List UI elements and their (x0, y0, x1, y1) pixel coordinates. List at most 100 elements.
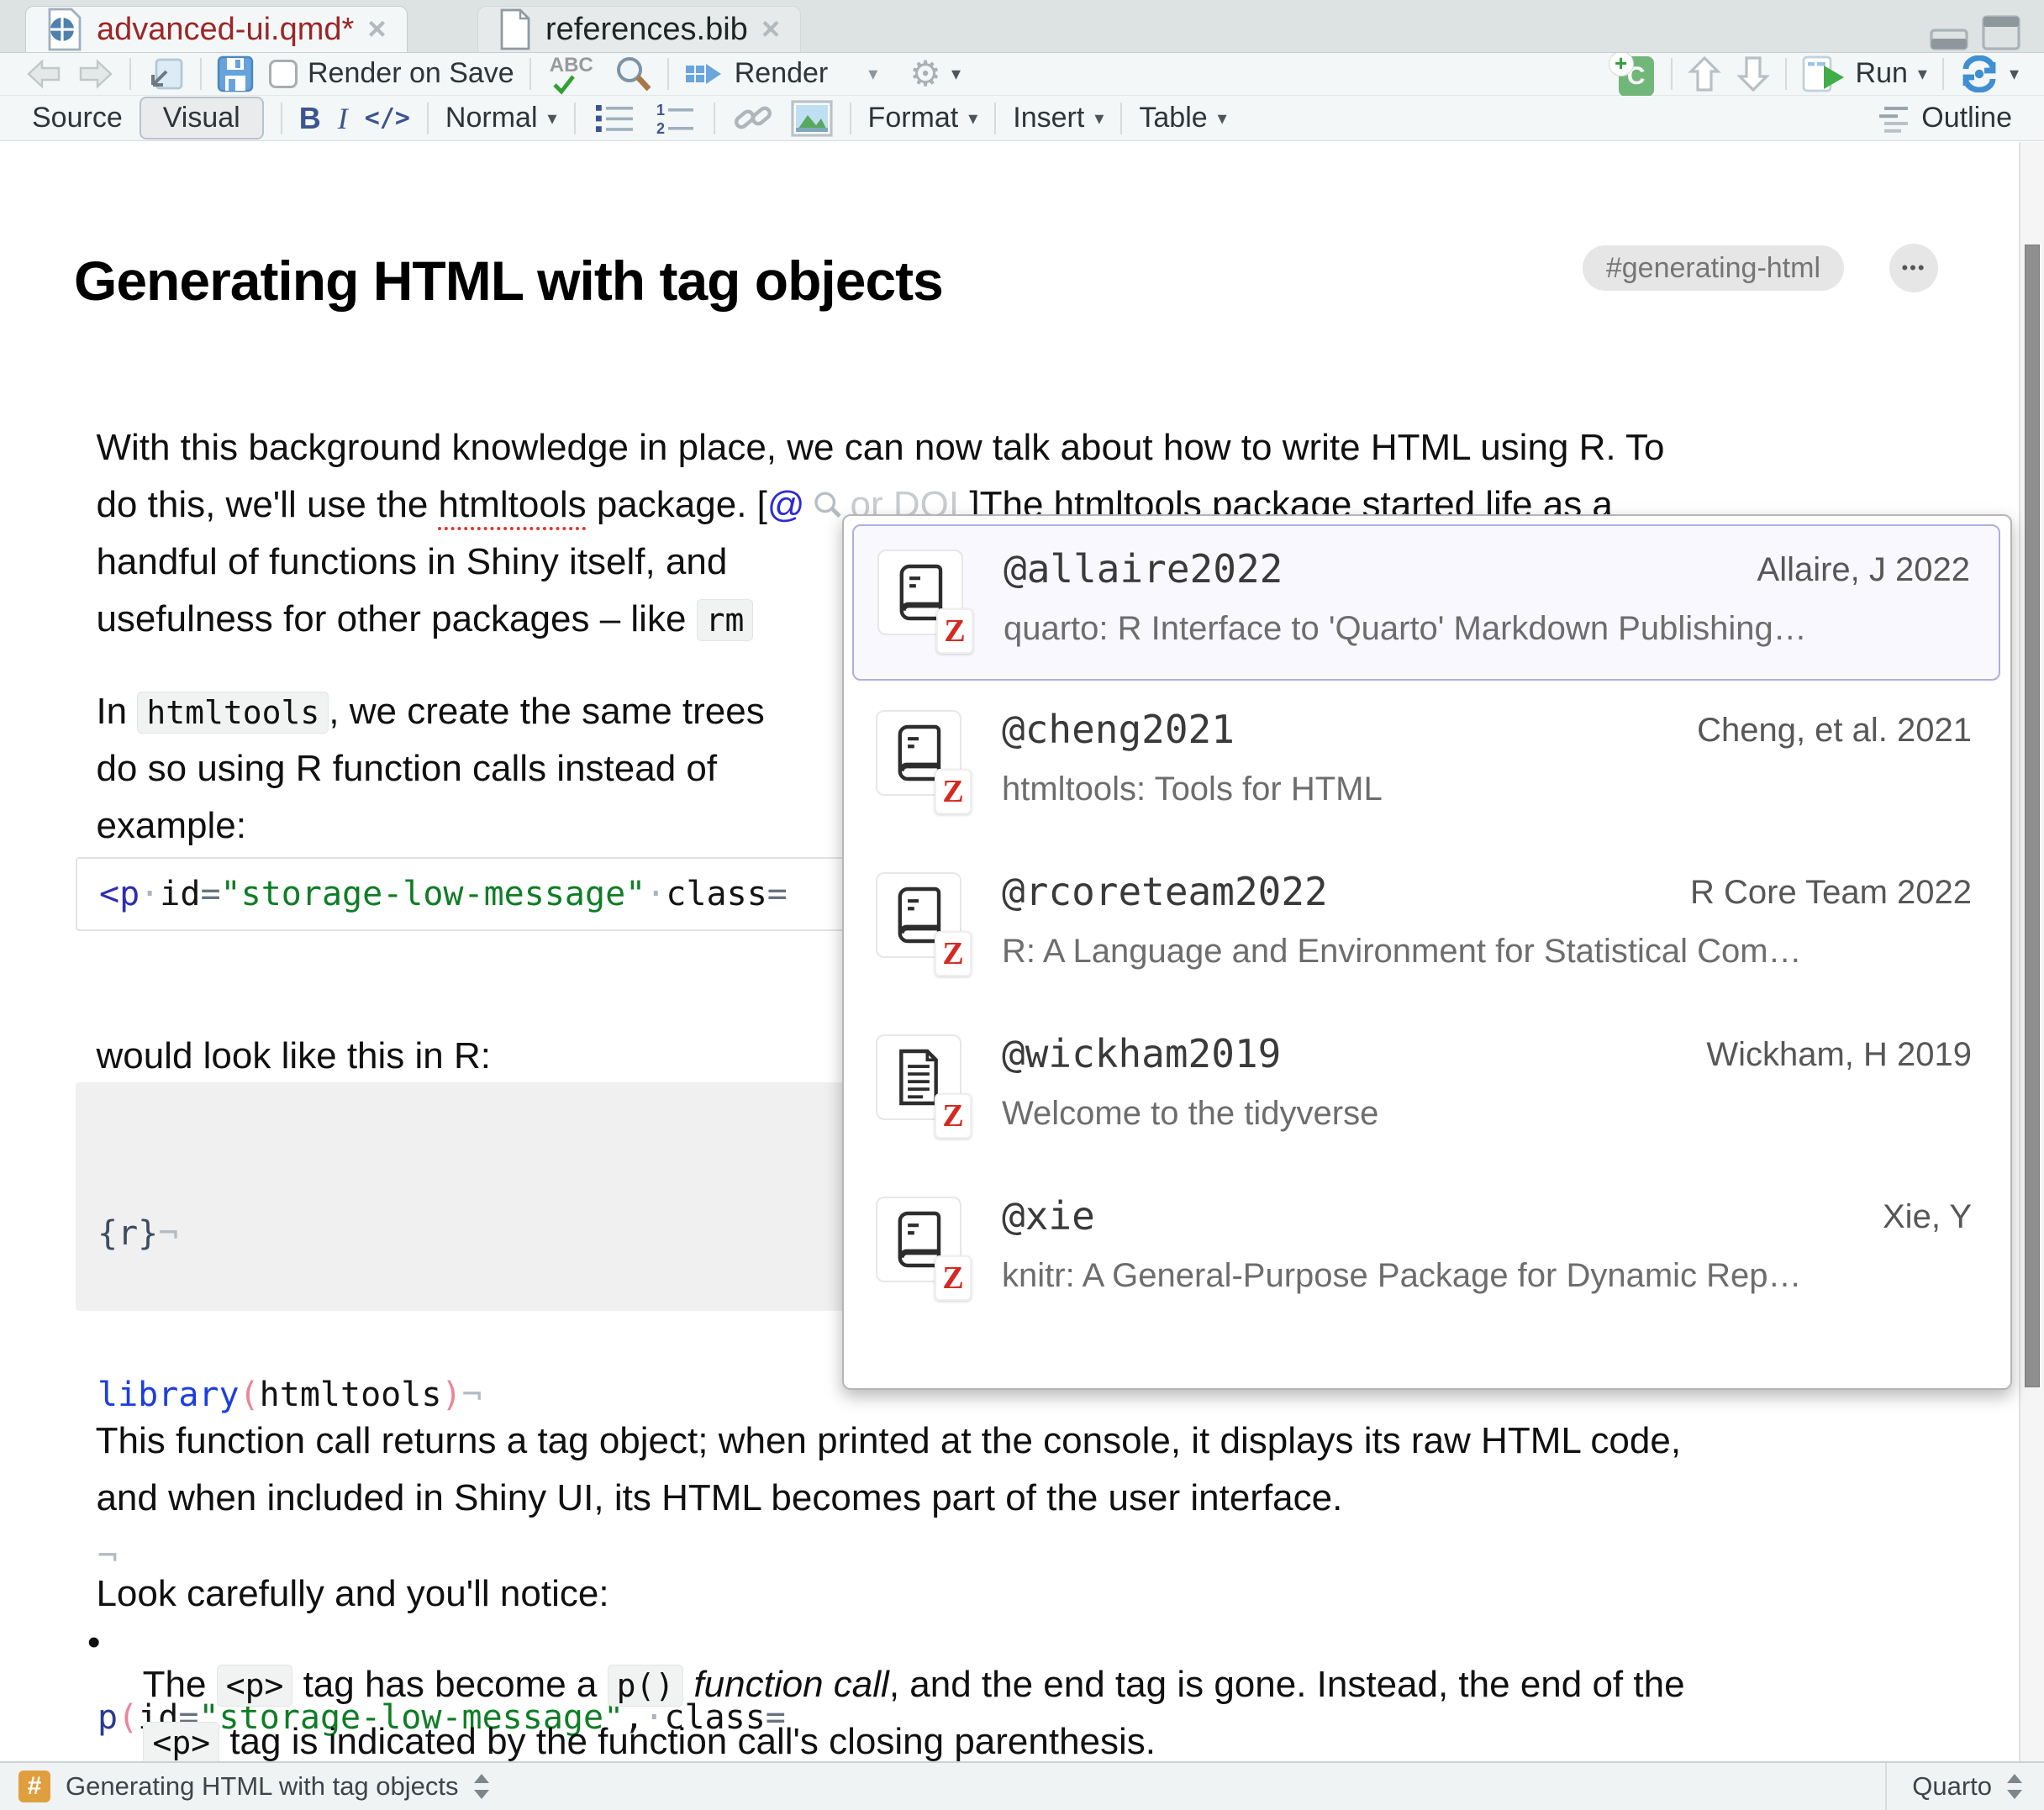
paragraph-style-select[interactable]: Normal ▾ (445, 102, 557, 134)
divider (427, 103, 429, 134)
bold-button[interactable]: B (299, 101, 321, 136)
spellcheck-icon[interactable]: ABC (546, 53, 598, 95)
list-item-line: <p> tag is indicated by the function cal… (123, 1679, 1156, 1763)
quarto-file-icon (46, 8, 83, 51)
citation-completion-popup: Z @allaire2022 Allaire, J 2022 quarto: R… (842, 514, 2012, 1390)
citation-item-rcoreteam2022[interactable]: Z @rcoreteam2022 R Core Team 2022 R: A L… (852, 849, 2000, 1005)
render-dropdown-caret[interactable]: ▾ (868, 65, 877, 83)
file-icon (498, 8, 532, 50)
rstudio-source-pane: { "tabs": [ {"label": "advanced-ui.qmd*"… (0, 0, 2044, 1810)
settings-button[interactable]: ⚙ ▾ (909, 56, 961, 92)
citation-title: quarto: R Interface to 'Quarto' Markdown… (1004, 610, 1973, 648)
doc-type-menu[interactable]: Quarto (1885, 1763, 2026, 1810)
divider (1671, 58, 1673, 90)
chunk-down-icon[interactable] (1736, 55, 1770, 93)
insert-menu[interactable]: Insert ▾ (1013, 102, 1104, 134)
more-options-button[interactable]: ••• (1889, 244, 1938, 292)
open-in-new-window-icon[interactable] (146, 56, 185, 92)
table-menu[interactable]: Table ▾ (1139, 102, 1226, 134)
citation-key: @rcoreteam2022 (1002, 869, 1328, 914)
tab-title: advanced-ui.qmd* (97, 12, 354, 48)
paragraph-line: usefulness for other packages – like rm (76, 556, 753, 640)
scrollbar-thumb[interactable] (2025, 245, 2040, 1387)
numbered-list-icon[interactable]: 1 2 (653, 100, 697, 137)
rerun-button[interactable]: ▾ (1959, 55, 2019, 92)
citation-item-wickham2019[interactable]: Z @wickham2019 Wickham, H 2019 Welcome t… (852, 1011, 2000, 1167)
forward-icon[interactable] (77, 58, 114, 90)
plus-icon: + (1609, 51, 1634, 76)
back-icon[interactable] (25, 58, 62, 90)
citation-title: Welcome to the tidyverse (1002, 1095, 1975, 1133)
run-button[interactable]: Run ▾ (1802, 55, 1927, 92)
outline-icon (1878, 103, 1911, 134)
chevron-down-icon: ▾ (1094, 109, 1104, 128)
divider (1942, 58, 1944, 90)
italic-button[interactable]: I (338, 101, 348, 136)
close-icon[interactable]: × (367, 13, 386, 45)
section-jump-menu[interactable]: Generating HTML with tag objects (66, 1771, 459, 1802)
save-icon[interactable] (217, 55, 254, 92)
citation-author: Allaire, J 2022 (1757, 551, 1970, 589)
paragraph-line: Look carefully and you'll notice: (76, 1531, 609, 1615)
sort-arrows-icon (2004, 1772, 2026, 1801)
citation-at-sign: @ (767, 484, 805, 525)
source-mode-button[interactable]: Source (32, 102, 123, 134)
image-icon[interactable] (791, 100, 833, 137)
section-hash-icon: # (18, 1771, 50, 1802)
tab-references-bib[interactable]: references.bib × (477, 6, 801, 52)
format-menu[interactable]: Format ▾ (868, 102, 978, 134)
zotero-badge: Z (935, 931, 972, 976)
status-bar: # Generating HTML with tag objects Quart… (0, 1761, 2044, 1810)
citation-author: Xie, Y (1883, 1198, 1972, 1236)
check-icon (551, 75, 577, 95)
format-toolbar: Source Visual B I </> Normal ▾ 1 2 Forma… (0, 96, 2044, 141)
citation-key: @wickham2019 (1002, 1031, 1281, 1076)
chunk-up-icon[interactable] (1688, 55, 1721, 93)
vertical-scrollbar[interactable] (2019, 142, 2044, 1761)
divider (1120, 103, 1122, 134)
citation-item-allaire2022[interactable]: Z @allaire2022 Allaire, J 2022 quarto: R… (852, 524, 2000, 681)
render-button[interactable]: Render (684, 57, 829, 91)
paragraph-line: and when included in Shiny UI, its HTML … (76, 1435, 1342, 1519)
link-icon[interactable] (732, 99, 774, 138)
citation-key: @allaire2022 (1004, 546, 1283, 592)
citation-item-xie[interactable]: Z @xie Xie, Y knitr: A General-Purpose P… (852, 1173, 2000, 1329)
citation-author: Wickham, H 2019 (1706, 1036, 1972, 1074)
render-on-save-toggle[interactable]: Render on Save (269, 57, 514, 90)
outline-toggle[interactable]: Outline (1878, 102, 2012, 134)
section-anchor-badge: #generating-html (1583, 245, 1844, 291)
citation-title: R: A Language and Environment for Statis… (1002, 933, 1975, 971)
divider (850, 103, 851, 134)
divider (281, 103, 282, 134)
render-on-save-checkbox[interactable] (269, 60, 298, 88)
maximize-pane-icon[interactable] (1982, 15, 2020, 50)
run-dropdown-caret: ▾ (1918, 65, 1927, 83)
chevron-down-icon: ▾ (968, 109, 977, 128)
chevron-down-icon: ▾ (1218, 109, 1227, 128)
sort-arrows-icon (471, 1772, 493, 1801)
citation-search-icon (812, 490, 844, 522)
tab-advanced-ui-qmd[interactable]: advanced-ui.qmd* × (25, 6, 408, 52)
citation-author: Cheng, et al. 2021 (1697, 712, 1972, 750)
citation-author: R Core Team 2022 (1690, 874, 1972, 912)
svg-text:2: 2 (656, 120, 665, 137)
divider (994, 103, 996, 134)
divider (129, 58, 131, 90)
insert-chunk-button[interactable]: C + (1609, 51, 1656, 97)
settings-dropdown-caret: ▾ (951, 65, 961, 83)
visual-mode-button[interactable]: Visual (140, 97, 264, 139)
main-toolbar: Render on Save ABC Render ▾ ⚙ ▾ C + (0, 52, 2044, 96)
code-button[interactable]: </> (365, 103, 410, 133)
run-label: Run (1856, 57, 1908, 90)
search-icon[interactable] (614, 55, 652, 93)
render-label: Render (735, 57, 829, 90)
close-icon[interactable]: × (761, 13, 780, 45)
editor-tab-bar: advanced-ui.qmd* × references.bib × (0, 0, 2044, 53)
divider (1785, 58, 1787, 90)
bullet-list-icon[interactable] (593, 100, 636, 137)
paragraph-line: would look like this in R: (76, 993, 491, 1077)
citation-item-cheng2021[interactable]: Z @cheng2021 Cheng, et al. 2021 htmltool… (852, 687, 2000, 843)
zotero-badge: Z (935, 1093, 972, 1139)
minimize-pane-icon[interactable] (1930, 29, 1968, 50)
render-on-save-label: Render on Save (308, 57, 514, 90)
